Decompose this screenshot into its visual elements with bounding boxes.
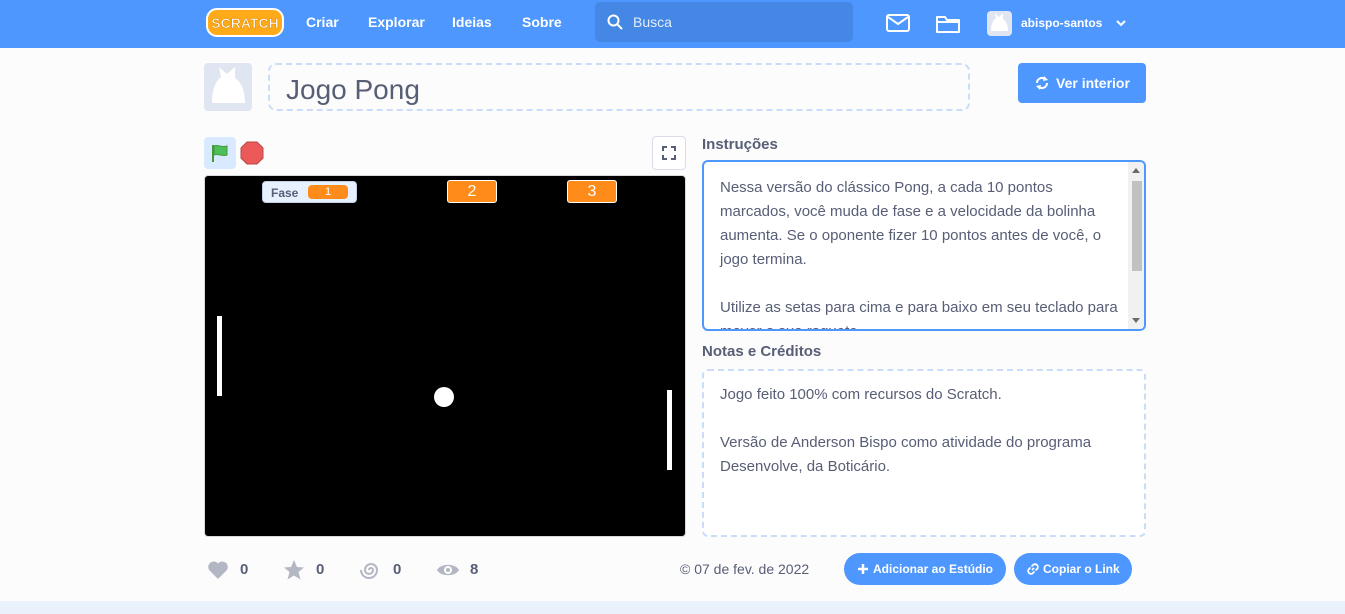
plus-icon xyxy=(858,564,868,574)
scroll-up-arrow-icon[interactable] xyxy=(1132,168,1140,173)
copy-link-label: Copiar o Link xyxy=(1043,562,1120,576)
green-flag-icon xyxy=(212,144,228,162)
share-date: © 07 de fev. de 2022 xyxy=(680,561,810,577)
user-avatar xyxy=(987,11,1012,36)
notes-heading: Notas e Créditos xyxy=(702,343,822,360)
opponent-score: 3 xyxy=(567,180,617,203)
favorite-count: 0 xyxy=(316,561,325,578)
remix-arrows-icon xyxy=(1036,76,1048,90)
love-count: 0 xyxy=(240,561,249,578)
nav-ideas-link[interactable]: Ideias xyxy=(452,14,492,30)
project-stage[interactable]: Fase 1 2 3 xyxy=(204,175,686,537)
ball xyxy=(434,387,454,407)
right-paddle xyxy=(667,390,672,470)
green-flag-button[interactable] xyxy=(204,137,236,169)
instructions-field[interactable]: Nessa versão do clássico Pong, a cada 10… xyxy=(702,160,1146,331)
nav-about-link[interactable]: Sobre xyxy=(522,14,562,30)
add-to-studio-label: Adicionar ao Estúdio xyxy=(873,562,994,576)
variable-monitor: Fase 1 xyxy=(262,181,357,203)
footer-strip xyxy=(0,601,1345,614)
see-inside-label: Ver interior xyxy=(1056,75,1130,91)
remix-spiral-icon xyxy=(360,563,379,579)
eye-icon xyxy=(437,564,459,576)
fullscreen-icon xyxy=(662,146,676,160)
share-date-value: 07 de fev. de 2022 xyxy=(694,561,810,577)
see-inside-button[interactable]: Ver interior xyxy=(1018,63,1146,103)
nav-create-link[interactable]: Criar xyxy=(306,14,339,30)
view-count: 8 xyxy=(470,561,479,578)
monitor-value: 1 xyxy=(308,185,348,199)
notes-text: Jogo feito 100% com recursos do Scratch.… xyxy=(720,386,1092,475)
stop-sign-icon[interactable] xyxy=(240,141,264,165)
instructions-heading: Instruções xyxy=(702,136,778,153)
notes-field[interactable]: Jogo feito 100% com recursos do Scratch.… xyxy=(702,369,1146,537)
search-input[interactable] xyxy=(633,2,843,42)
instructions-scrollbar[interactable] xyxy=(1128,162,1144,329)
top-navbar: SCRATCH Criar Explorar Ideias Sobre abis… xyxy=(0,0,1345,48)
add-to-studio-button[interactable]: Adicionar ao Estúdio xyxy=(844,553,1006,585)
scratch-logo[interactable]: SCRATCH xyxy=(206,8,284,37)
link-icon xyxy=(1027,563,1039,575)
project-title: Jogo Pong xyxy=(286,74,420,105)
scrollbar-thumb[interactable] xyxy=(1132,181,1142,271)
fullscreen-button[interactable] xyxy=(652,136,686,170)
username: abispo-santos xyxy=(1021,16,1103,30)
scroll-down-arrow-icon[interactable] xyxy=(1132,318,1140,323)
player-score: 2 xyxy=(447,180,497,203)
nav-explore-link[interactable]: Explorar xyxy=(368,14,425,30)
instructions-text: Nessa versão do clássico Pong, a cada 10… xyxy=(720,179,1118,329)
copy-link-button[interactable]: Copiar o Link xyxy=(1014,553,1132,585)
heart-icon xyxy=(208,561,228,579)
left-paddle xyxy=(217,316,222,396)
remix-count: 0 xyxy=(393,561,402,578)
svg-text:SCRATCH: SCRATCH xyxy=(211,15,278,31)
project-title-field[interactable]: Jogo Pong xyxy=(268,63,970,111)
messages-icon[interactable] xyxy=(885,12,911,34)
search-icon xyxy=(607,14,623,30)
star-icon xyxy=(284,560,304,580)
chevron-down-icon xyxy=(1116,20,1126,27)
project-author-avatar[interactable] xyxy=(204,63,252,111)
search-bar xyxy=(595,2,853,42)
monitor-label: Fase xyxy=(271,186,299,200)
my-stuff-folder-icon[interactable] xyxy=(935,12,961,34)
